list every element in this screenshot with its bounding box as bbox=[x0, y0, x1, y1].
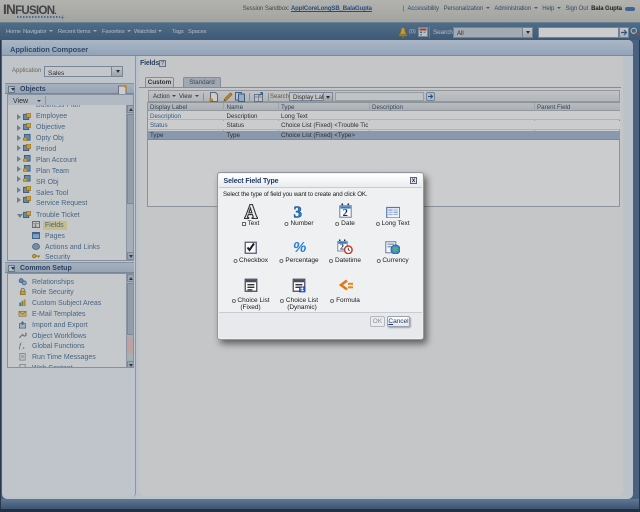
svg-text:3: 3 bbox=[293, 204, 302, 219]
svg-text:2: 2 bbox=[340, 243, 344, 252]
svg-text:2: 2 bbox=[342, 208, 347, 218]
svg-text:%: % bbox=[293, 239, 306, 254]
